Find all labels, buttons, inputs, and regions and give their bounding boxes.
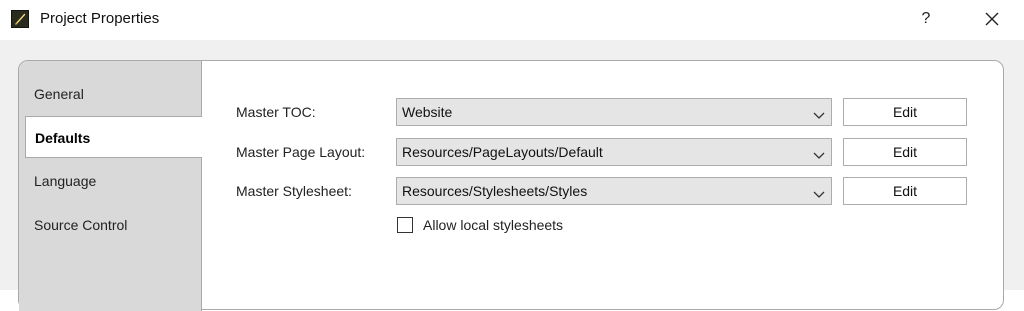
- master-page-layout-select[interactable]: Resources/PageLayouts/Default: [396, 138, 832, 166]
- app-quill-icon: [11, 10, 29, 28]
- title-bar: Project Properties ?: [0, 0, 1024, 40]
- master-toc-label: Master TOC:: [236, 104, 316, 120]
- window-title: Project Properties: [40, 10, 160, 27]
- chevron-down-icon: [813, 147, 825, 163]
- master-toc-value: Website: [402, 104, 453, 120]
- close-icon[interactable]: [978, 6, 1006, 32]
- allow-local-stylesheets-checkbox[interactable]: [397, 217, 413, 233]
- help-button[interactable]: ?: [912, 6, 940, 32]
- tab-label: Source Control: [34, 217, 128, 233]
- master-stylesheet-select[interactable]: Resources/Stylesheets/Styles: [396, 177, 832, 205]
- master-stylesheet-label: Master Stylesheet:: [236, 183, 352, 199]
- master-toc-select[interactable]: Website: [396, 98, 832, 126]
- master-page-layout-label: Master Page Layout:: [236, 144, 366, 160]
- master-stylesheet-value: Resources/Stylesheets/Styles: [402, 183, 588, 199]
- tab-general[interactable]: General: [19, 73, 201, 115]
- tab-label: Defaults: [35, 130, 91, 146]
- master-page-layout-edit-button[interactable]: Edit: [843, 138, 967, 166]
- master-page-layout-value: Resources/PageLayouts/Default: [402, 144, 603, 160]
- allow-local-stylesheets-label[interactable]: Allow local stylesheets: [423, 217, 563, 233]
- tab-label: Language: [34, 173, 97, 189]
- tab-language[interactable]: Language: [19, 160, 201, 202]
- tab-label: General: [34, 86, 84, 102]
- master-toc-edit-button[interactable]: Edit: [843, 98, 967, 126]
- tab-strip: General Defaults Language Source Control: [19, 61, 202, 311]
- master-stylesheet-edit-button[interactable]: Edit: [843, 177, 967, 205]
- tab-source-control[interactable]: Source Control: [19, 204, 201, 246]
- chevron-down-icon: [813, 186, 825, 202]
- chevron-down-icon: [813, 107, 825, 123]
- tab-defaults[interactable]: Defaults: [25, 116, 202, 158]
